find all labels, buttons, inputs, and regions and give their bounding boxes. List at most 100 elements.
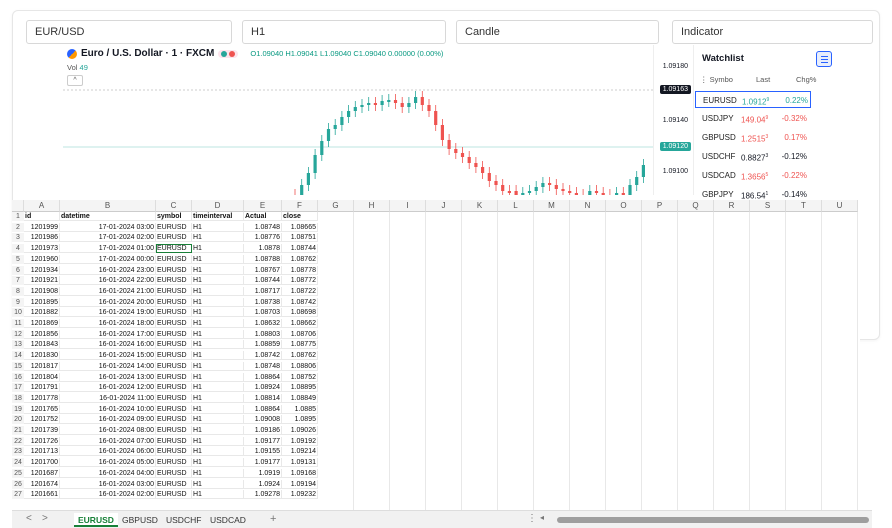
table-cell[interactable]: 1.08895	[282, 383, 318, 393]
watchlist-row-usdchf[interactable]: USDCHF 0.88273 -0.12%	[695, 148, 811, 165]
table-cell[interactable]: 1.08632	[244, 319, 282, 328]
row-header[interactable]: 4	[12, 244, 24, 254]
column-header-b[interactable]: B	[60, 200, 156, 212]
row-header[interactable]: 6	[12, 265, 24, 275]
table-cell[interactable]: 1201752	[24, 415, 60, 425]
table-cell[interactable]: 16-01-2024 17:00	[60, 329, 156, 339]
table-cell[interactable]: 1.09177	[244, 436, 282, 446]
table-cell[interactable]: H1	[192, 458, 244, 468]
row-header[interactable]: 23	[12, 447, 24, 457]
table-cell[interactable]: 1.09194	[282, 479, 318, 489]
table-cell[interactable]: 1201791	[24, 383, 60, 393]
table-cell[interactable]: 16-01-2024 12:00	[60, 383, 156, 393]
table-cell[interactable]: 1.08748	[244, 361, 282, 371]
row-header[interactable]: 10	[12, 308, 24, 318]
watchlist-row-gbpusd[interactable]: GBPUSD 1.25153 0.17%	[695, 129, 811, 146]
table-cell[interactable]: H1	[192, 468, 244, 478]
table-cell[interactable]: 17-01-2024 00:00	[60, 254, 156, 264]
table-cell[interactable]: 1.08772	[282, 276, 318, 286]
table-cell[interactable]: 1201830	[24, 351, 60, 361]
chart-type-field[interactable]: Candle	[456, 20, 659, 44]
column-header-l[interactable]: L	[498, 200, 534, 212]
add-sheet-button[interactable]: +	[270, 513, 276, 525]
table-cell[interactable]: EURUSD	[156, 415, 192, 425]
table-cell[interactable]: 1.08662	[282, 319, 318, 328]
table-cell[interactable]: H1	[192, 351, 244, 361]
table-cell[interactable]: 1.08924	[244, 383, 282, 393]
table-cell[interactable]: H1	[192, 361, 244, 371]
table-cell[interactable]: 1.08722	[282, 286, 318, 296]
table-cell[interactable]: 1.08742	[282, 297, 318, 307]
table-cell[interactable]: 16-01-2024 16:00	[60, 340, 156, 350]
prev-sheet-button[interactable]: <	[26, 513, 32, 524]
column-header-a[interactable]: A	[24, 200, 60, 212]
table-cell[interactable]: H1	[192, 286, 244, 296]
row-header[interactable]: 8	[12, 286, 24, 296]
table-cell[interactable]: EURUSD	[156, 286, 192, 296]
table-cell[interactable]: 16-01-2024 02:00	[60, 490, 156, 500]
table-cell[interactable]: 1.08806	[282, 361, 318, 371]
tab-usdchf[interactable]: USDCHF	[162, 513, 205, 527]
table-cell[interactable]: 1201687	[24, 468, 60, 478]
tab-eurusd[interactable]: EURUSD	[74, 513, 118, 527]
header-cell[interactable]: symbol	[156, 212, 192, 221]
column-header-p[interactable]: P	[642, 200, 678, 212]
table-cell[interactable]: 17-01-2024 01:00	[60, 244, 156, 254]
table-cell[interactable]: 1201895	[24, 297, 60, 307]
table-cell[interactable]: 1.08742	[244, 351, 282, 361]
table-cell[interactable]: 1.09186	[244, 426, 282, 435]
table-cell[interactable]: EURUSD	[156, 468, 192, 478]
row-header[interactable]: 26	[12, 479, 24, 489]
table-cell[interactable]: 16-01-2024 09:00	[60, 415, 156, 425]
table-cell[interactable]: EURUSD	[156, 340, 192, 350]
table-cell[interactable]: 16-01-2024 15:00	[60, 351, 156, 361]
table-cell[interactable]: 1.09008	[244, 415, 282, 425]
table-cell[interactable]: H1	[192, 490, 244, 500]
table-cell[interactable]: EURUSD	[156, 436, 192, 446]
table-cell[interactable]: 1.08803	[244, 329, 282, 339]
column-header-c[interactable]: C	[156, 200, 192, 212]
table-cell[interactable]: EURUSD	[156, 265, 192, 275]
table-cell[interactable]: 16-01-2024 13:00	[60, 372, 156, 382]
table-cell[interactable]: 1201674	[24, 479, 60, 489]
row-header[interactable]: 7	[12, 276, 24, 286]
price-scale[interactable]: 1.09180 1.09163 1.09140 1.09120 1.09100	[653, 45, 691, 195]
row-header[interactable]: 27	[12, 490, 24, 500]
watchlist-row-usdcad[interactable]: USDCAD 1.36565 -0.22%	[695, 167, 811, 184]
table-cell[interactable]: 16-01-2024 06:00	[60, 447, 156, 457]
row-header[interactable]: 20	[12, 415, 24, 425]
table-cell[interactable]: EURUSD	[156, 351, 192, 361]
column-header-k[interactable]: K	[462, 200, 498, 212]
row-header[interactable]: 18	[12, 393, 24, 403]
table-cell[interactable]: 1201921	[24, 276, 60, 286]
table-cell[interactable]: 1201739	[24, 426, 60, 435]
table-cell[interactable]: 16-01-2024 14:00	[60, 361, 156, 371]
table-cell[interactable]: 16-01-2024 03:00	[60, 479, 156, 489]
table-cell[interactable]: EURUSD	[156, 319, 192, 328]
scrollbar-thumb[interactable]	[557, 517, 869, 523]
header-cell[interactable]: timeinterval	[192, 212, 244, 221]
table-cell[interactable]: H1	[192, 436, 244, 446]
table-cell[interactable]: 16-01-2024 22:00	[60, 276, 156, 286]
table-cell[interactable]: 16-01-2024 23:00	[60, 265, 156, 275]
table-cell[interactable]: H1	[192, 254, 244, 264]
table-cell[interactable]: 1.08762	[282, 351, 318, 361]
table-cell[interactable]: 1.09131	[282, 458, 318, 468]
column-header-m[interactable]: M	[534, 200, 570, 212]
table-cell[interactable]: 1201882	[24, 308, 60, 318]
table-cell[interactable]: H1	[192, 372, 244, 382]
table-cell[interactable]: 16-01-2024 20:00	[60, 297, 156, 307]
watchlist-menu-icon[interactable]	[816, 51, 832, 67]
column-header-s[interactable]: S	[750, 200, 786, 212]
table-cell[interactable]: 1201973	[24, 244, 60, 254]
table-cell[interactable]: 1.08698	[282, 308, 318, 318]
row-header[interactable]: 22	[12, 436, 24, 446]
column-header-e[interactable]: E	[244, 200, 282, 212]
row-header[interactable]: 25	[12, 468, 24, 478]
table-cell[interactable]: 16-01-2024 08:00	[60, 426, 156, 435]
column-header-i[interactable]: I	[390, 200, 426, 212]
column-header-h[interactable]: H	[354, 200, 390, 212]
column-header-q[interactable]: Q	[678, 200, 714, 212]
tab-usdcad[interactable]: USDCAD	[206, 513, 250, 527]
table-cell[interactable]: H1	[192, 415, 244, 425]
